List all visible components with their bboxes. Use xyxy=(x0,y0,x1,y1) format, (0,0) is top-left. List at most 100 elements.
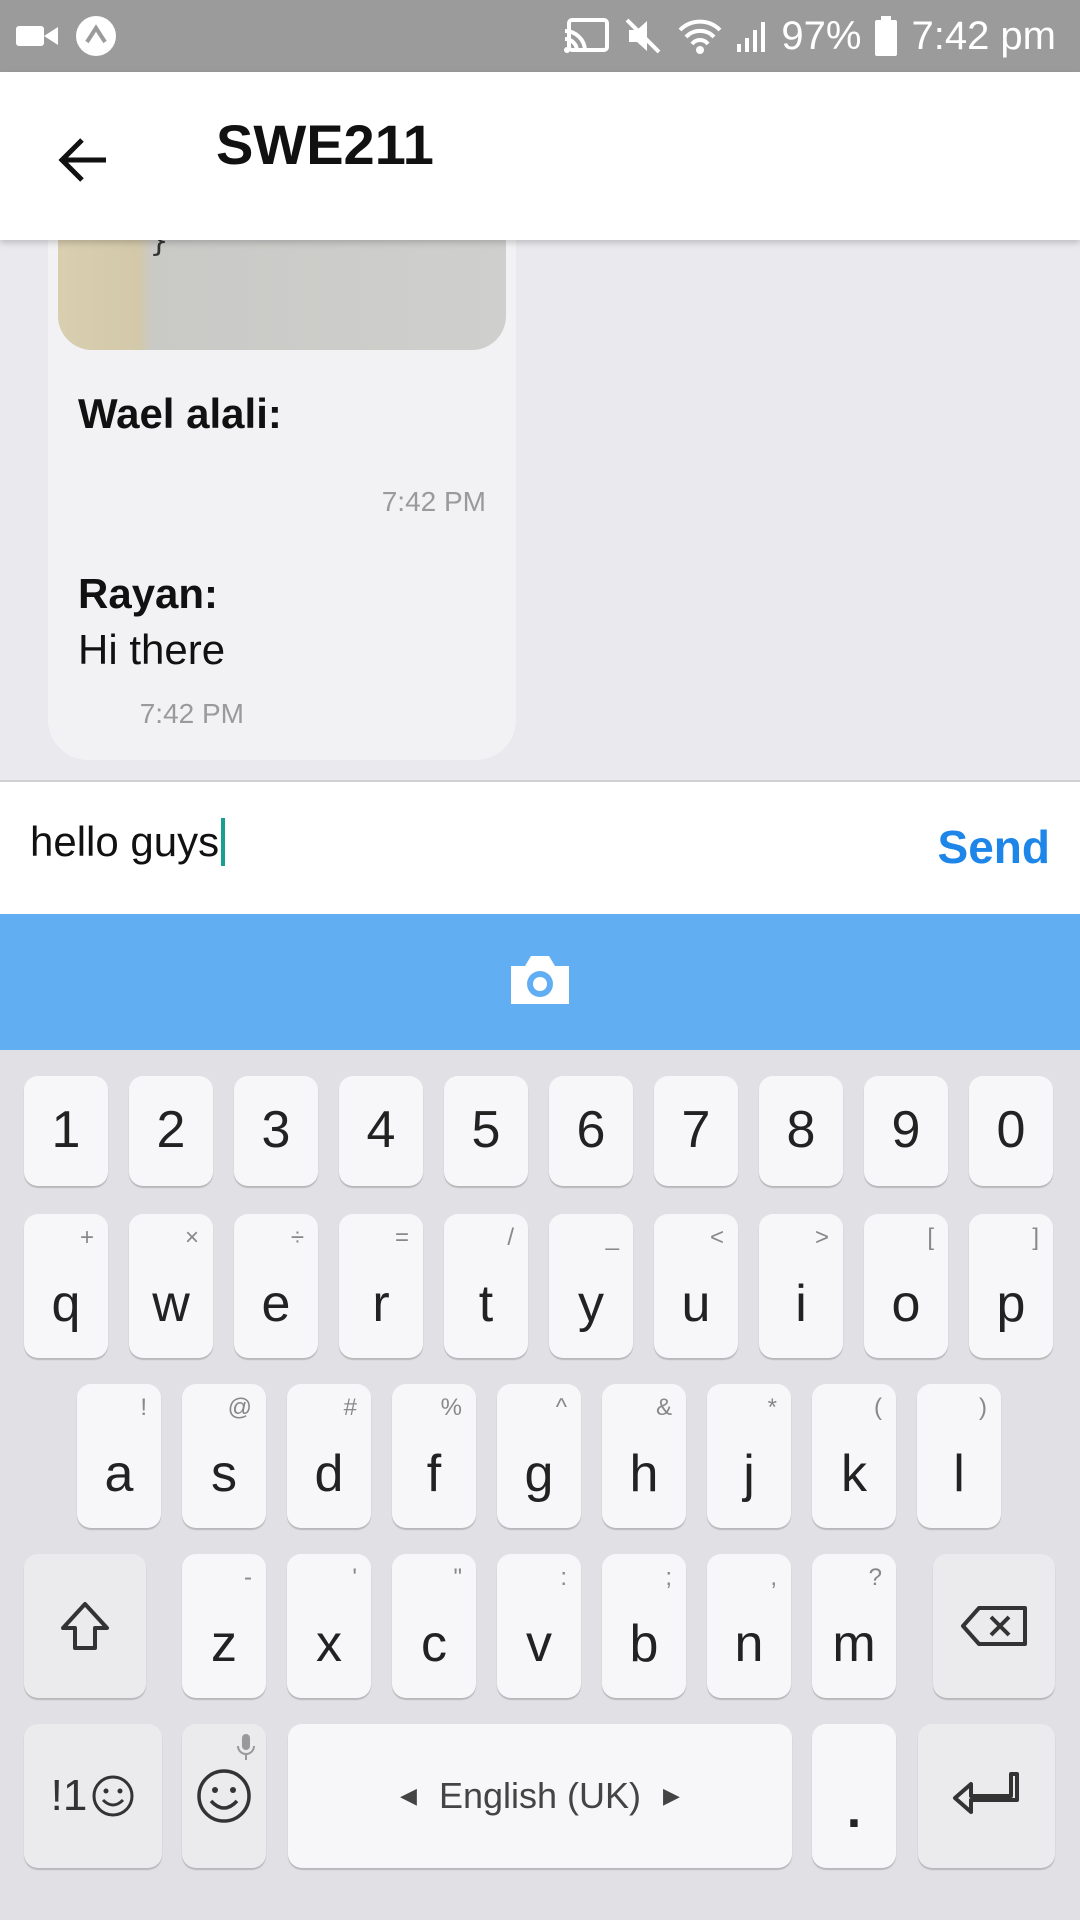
message-text: Hi there xyxy=(78,626,226,673)
key-9[interactable]: 9 xyxy=(864,1076,948,1186)
symbols-key[interactable]: !1 xyxy=(24,1724,162,1868)
keyboard: 1 2 3 4 5 6 7 8 9 0 + q × w ÷ e = r / t _ y < u > i[o] p! a @ s # d% f ^ g… xyxy=(0,1050,1080,1920)
key-z[interactable]: -z xyxy=(182,1554,266,1698)
chat-title: SWE211 xyxy=(216,113,434,176)
key-8[interactable]: 8 xyxy=(759,1076,843,1186)
period-key-label: . xyxy=(846,1781,862,1839)
key-hint: " xyxy=(453,1564,462,1591)
key-c[interactable]: " c xyxy=(392,1554,476,1698)
key-label: 2 xyxy=(156,1101,186,1159)
key-7[interactable]: 7 xyxy=(654,1076,738,1186)
symbols-key-label: !1 xyxy=(50,1771,88,1820)
key-hint: ^ xyxy=(555,1394,567,1421)
key-x[interactable]: ' x xyxy=(287,1554,371,1698)
shift-key[interactable] xyxy=(24,1554,146,1698)
message-list[interactable]: } } Wael alali: 7:42 PM Rayan: Hi there … xyxy=(0,240,1080,780)
key-m[interactable]: ? m xyxy=(812,1554,896,1698)
key-a[interactable]: ! a xyxy=(77,1384,161,1528)
key-label: 0 xyxy=(996,1101,1026,1159)
message-time: 7:42 PM xyxy=(381,486,486,517)
key-5[interactable]: 5 xyxy=(444,1076,528,1186)
attached-image[interactable]: } } xyxy=(58,240,506,350)
key-r[interactable]: = r xyxy=(339,1214,423,1358)
key-label: 3 xyxy=(261,1101,291,1159)
keyboard-toolbar xyxy=(0,914,1080,1050)
app-notification-icon xyxy=(74,14,118,58)
key-q[interactable]: + q xyxy=(24,1214,108,1358)
backspace-icon xyxy=(961,1606,1027,1646)
key-b[interactable]: ; b xyxy=(602,1554,686,1698)
key-label: 6 xyxy=(576,1101,606,1159)
message-sender: Wael alali: xyxy=(78,390,282,437)
key-e[interactable]: ÷ e xyxy=(234,1214,318,1358)
wifi-icon xyxy=(677,16,723,56)
emoji-key[interactable] xyxy=(182,1724,266,1868)
key-label: f xyxy=(426,1445,442,1503)
key-6[interactable]: 6 xyxy=(549,1076,633,1186)
message-input-text: hello guys xyxy=(30,818,220,865)
shift-icon xyxy=(61,1602,109,1650)
key-2[interactable]: 2 xyxy=(129,1076,213,1186)
key-w[interactable]: × w xyxy=(129,1214,213,1358)
key-hint: % xyxy=(440,1394,462,1421)
key-label: l xyxy=(953,1445,965,1503)
key-0[interactable]: 0 xyxy=(969,1076,1053,1186)
key-1[interactable]: 1 xyxy=(24,1076,108,1186)
key-p[interactable]: ] p xyxy=(969,1214,1053,1358)
key-hint: ( xyxy=(874,1394,882,1421)
key-3[interactable]: 3 xyxy=(234,1076,318,1186)
key-label: s xyxy=(211,1445,237,1503)
key-label: v xyxy=(526,1615,552,1673)
key-k[interactable]: (k xyxy=(812,1384,896,1528)
message-sender: Rayan: xyxy=(78,570,219,617)
space-bar[interactable]: ◀ English (UK) ▶ xyxy=(288,1724,792,1868)
key-hint: × xyxy=(184,1224,199,1251)
key-h[interactable]: & h xyxy=(602,1384,686,1528)
language-label: English (UK) xyxy=(438,1775,642,1816)
period-key[interactable]: . xyxy=(812,1724,896,1868)
key-i[interactable]: > i xyxy=(759,1214,843,1358)
key-label: g xyxy=(524,1445,554,1503)
key-hint: ' xyxy=(352,1564,357,1591)
key-hint: : xyxy=(560,1564,567,1591)
key-n[interactable]: ,n xyxy=(707,1554,791,1698)
key-u[interactable]: < u xyxy=(654,1214,738,1358)
key-4[interactable]: 4 xyxy=(339,1076,423,1186)
arrow-left-icon xyxy=(58,138,106,182)
key-label: 7 xyxy=(681,1101,711,1159)
cast-icon xyxy=(563,17,610,55)
key-label: e xyxy=(261,1275,291,1333)
backspace-key[interactable] xyxy=(933,1554,1055,1698)
key-s[interactable]: @ s xyxy=(182,1384,266,1528)
enter-key[interactable] xyxy=(918,1724,1055,1868)
key-o[interactable]: [o xyxy=(864,1214,948,1358)
key-label: u xyxy=(681,1275,711,1333)
key-label: x xyxy=(316,1615,342,1673)
key-g[interactable]: ^ g xyxy=(497,1384,581,1528)
key-label: o xyxy=(891,1275,921,1333)
enter-icon xyxy=(952,1772,1019,1814)
chat-header: SWE211 xyxy=(0,72,1080,240)
composer: hello guys Send xyxy=(0,780,1080,914)
key-label: 4 xyxy=(366,1101,396,1159)
key-d[interactable]: # d xyxy=(287,1384,371,1528)
key-hint: > xyxy=(814,1224,829,1251)
key-hint: ! xyxy=(140,1394,147,1421)
key-hint: ÷ xyxy=(290,1224,304,1251)
message-input[interactable]: hello guys xyxy=(30,812,226,872)
key-label: a xyxy=(104,1445,134,1503)
key-l[interactable]: ) l xyxy=(917,1384,1001,1528)
back-button[interactable] xyxy=(48,124,120,196)
message-bubble[interactable]: Rayan: Hi there 7:42 PM xyxy=(48,550,274,750)
key-v[interactable]: :v xyxy=(497,1554,581,1698)
key-y[interactable]: _ y xyxy=(549,1214,633,1358)
key-hint: ) xyxy=(979,1394,987,1421)
key-j[interactable]: * j xyxy=(707,1384,791,1528)
key-label: j xyxy=(743,1445,755,1503)
camera-icon[interactable] xyxy=(507,952,573,1013)
key-f[interactable]: % f xyxy=(392,1384,476,1528)
key-hint: = xyxy=(394,1224,409,1251)
send-button[interactable]: Send xyxy=(938,820,1050,874)
key-label: i xyxy=(795,1275,807,1333)
key-t[interactable]: / t xyxy=(444,1214,528,1358)
